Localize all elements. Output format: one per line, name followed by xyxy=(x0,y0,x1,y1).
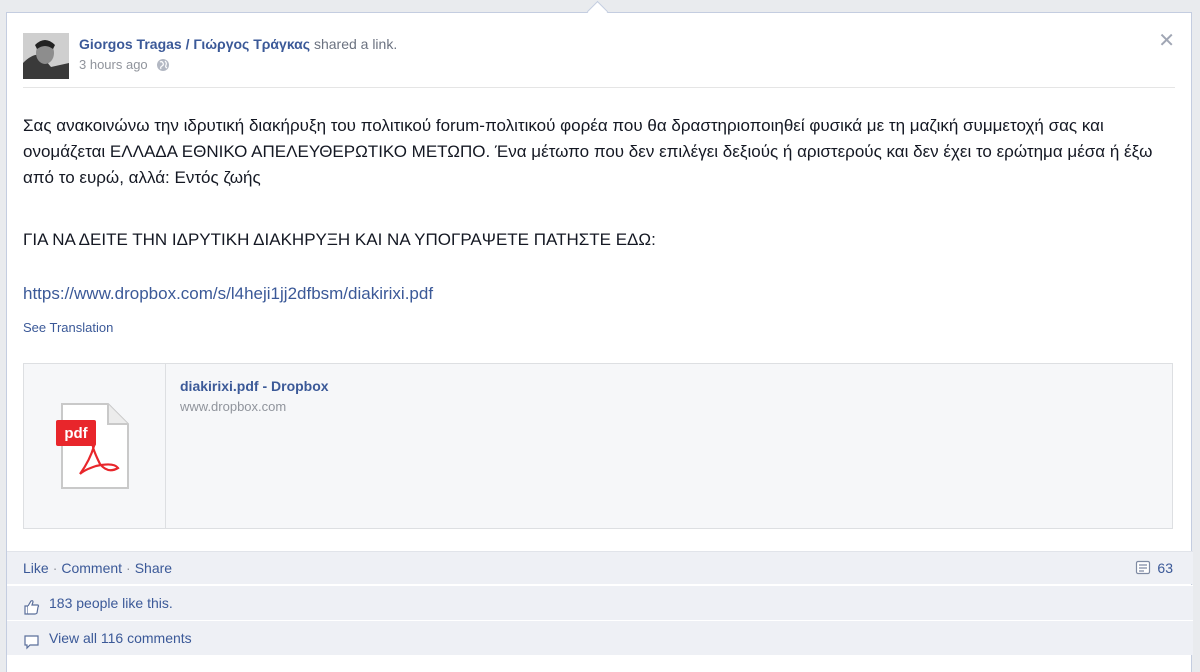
globe-icon[interactable] xyxy=(156,58,170,72)
share-link[interactable]: Share xyxy=(135,560,172,576)
author-link[interactable]: Giorgos Tragas / Γιώργος Τράγκας xyxy=(79,36,310,52)
attachment-title[interactable]: diakirixi.pdf - Dropbox xyxy=(180,378,329,394)
comment-bubble-icon xyxy=(23,629,41,650)
attachment-domain: www.dropbox.com xyxy=(180,399,287,414)
comments-row: View all 116 comments xyxy=(7,620,1193,655)
comment-link[interactable]: Comment xyxy=(61,560,122,576)
feed-story: Giorgos Tragas / Γιώργος Τράγκας shared … xyxy=(6,12,1193,672)
like-link[interactable]: Like xyxy=(23,560,49,576)
comment-count: 63 xyxy=(1157,560,1173,576)
attachment-thumbnail[interactable]: pdf xyxy=(24,364,166,528)
thumbs-up-icon xyxy=(23,594,41,615)
close-icon[interactable]: ✕ xyxy=(1158,31,1175,51)
pdf-file-icon: pdf xyxy=(56,403,129,489)
action-links: Like · Comment · Share xyxy=(23,560,173,576)
story-action: shared a link. xyxy=(313,36,398,52)
see-translation-link[interactable]: See Translation xyxy=(23,320,113,335)
header-divider xyxy=(23,87,1175,88)
ufi-action-bar: Like · Comment · Share 63 xyxy=(7,551,1193,584)
likes-row: 183 people like this. xyxy=(7,585,1193,620)
post-link[interactable]: https://www.dropbox.com/s/l4heji1jj2dfbs… xyxy=(23,281,433,307)
post-body: Σας ανακοινώνω την ιδρυτική διακήρυξη το… xyxy=(23,116,1153,187)
likes-link[interactable]: 183 people like this. xyxy=(49,586,173,620)
link-attachment[interactable]: pdf diakirixi.pdf - Dropbox www.dropbox.… xyxy=(23,363,1173,529)
timestamp[interactable]: 3 hours ago xyxy=(79,57,148,72)
avatar[interactable] xyxy=(23,33,69,79)
story-meta: 3 hours ago xyxy=(79,57,170,72)
post-cta: ΓΙΑ ΝΑ ΔΕΙΤΕ ΤΗΝ ΙΔΡΥΤΙΚΗ ΔΙΑΚΗΡΥΞΗ ΚΑΙ … xyxy=(23,230,656,249)
comment-count-icon xyxy=(1136,560,1151,575)
story-header: Giorgos Tragas / Γιώργος Τράγκας shared … xyxy=(79,35,397,53)
view-all-comments-link[interactable]: View all 116 comments xyxy=(49,621,192,655)
comment-counter[interactable]: 63 xyxy=(1135,552,1173,584)
svg-text:pdf: pdf xyxy=(64,425,88,442)
